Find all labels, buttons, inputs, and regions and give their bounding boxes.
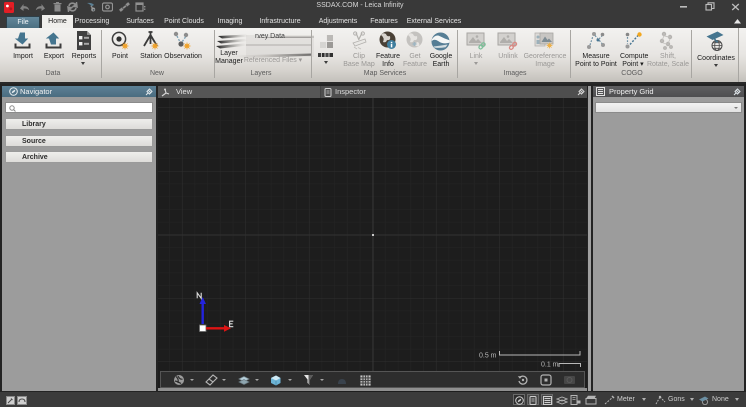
- svg-text:0.1 m: 0.1 m: [541, 362, 559, 369]
- svg-text:0.5 m: 0.5 m: [479, 353, 497, 360]
